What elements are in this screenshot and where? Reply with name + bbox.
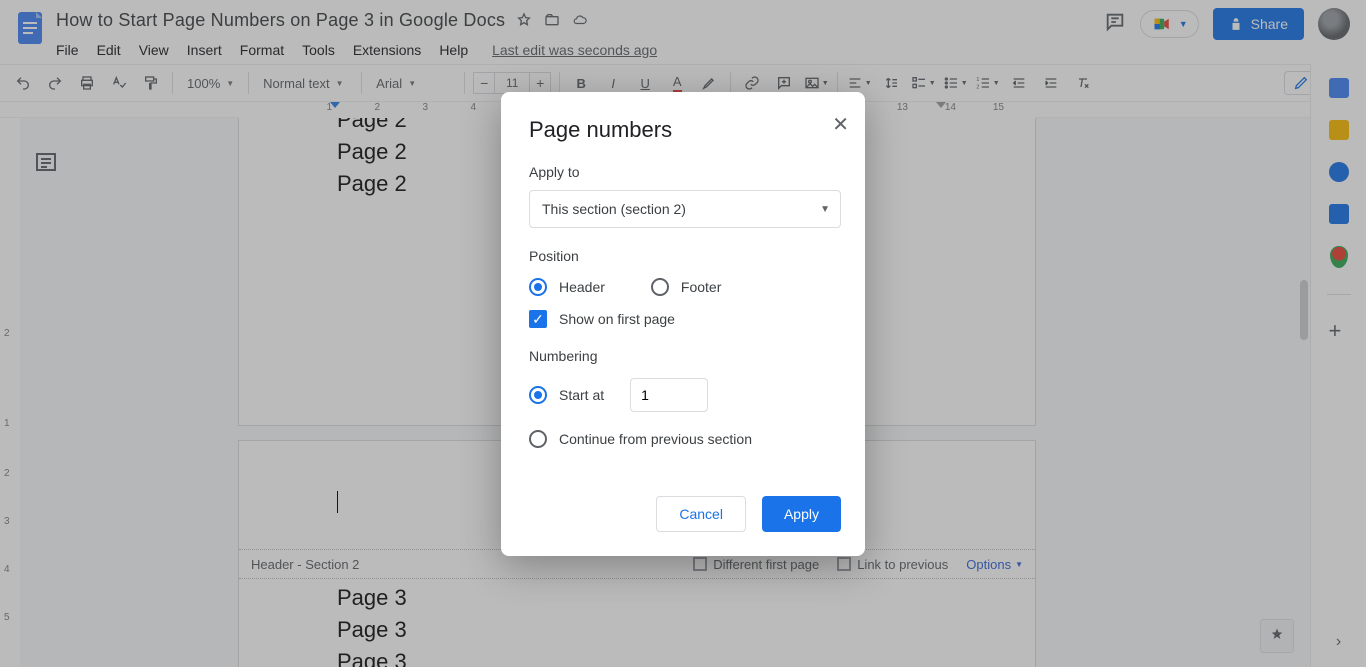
checkbox-checked-icon: ✓ — [529, 310, 547, 328]
page-numbers-dialog: Page numbers ✕ Apply to This section (se… — [501, 92, 865, 556]
position-label: Position — [529, 248, 841, 264]
caret-down-icon: ▼ — [820, 204, 830, 215]
dialog-title: Page numbers — [529, 116, 841, 144]
position-header-radio[interactable]: Header — [529, 278, 605, 296]
apply-to-select[interactable]: This section (section 2) ▼ — [529, 190, 841, 228]
apply-button[interactable]: Apply — [762, 496, 841, 532]
apply-to-label: Apply to — [529, 164, 841, 180]
radio-unchecked-icon — [529, 430, 547, 448]
start-at-input[interactable] — [630, 378, 708, 412]
cancel-button[interactable]: Cancel — [656, 496, 746, 532]
radio-checked-icon — [529, 278, 547, 296]
apply-to-value: This section (section 2) — [542, 201, 686, 217]
show-on-first-page-checkbox[interactable]: ✓ Show on first page — [529, 310, 675, 328]
numbering-label: Numbering — [529, 348, 841, 364]
radio-unchecked-icon — [651, 278, 669, 296]
position-footer-radio[interactable]: Footer — [651, 278, 721, 296]
continue-from-prev-radio[interactable]: Continue from previous section — [529, 430, 752, 448]
radio-checked-icon — [529, 386, 547, 404]
start-at-radio[interactable]: Start at — [529, 386, 604, 404]
close-icon[interactable]: ✕ — [832, 112, 849, 137]
